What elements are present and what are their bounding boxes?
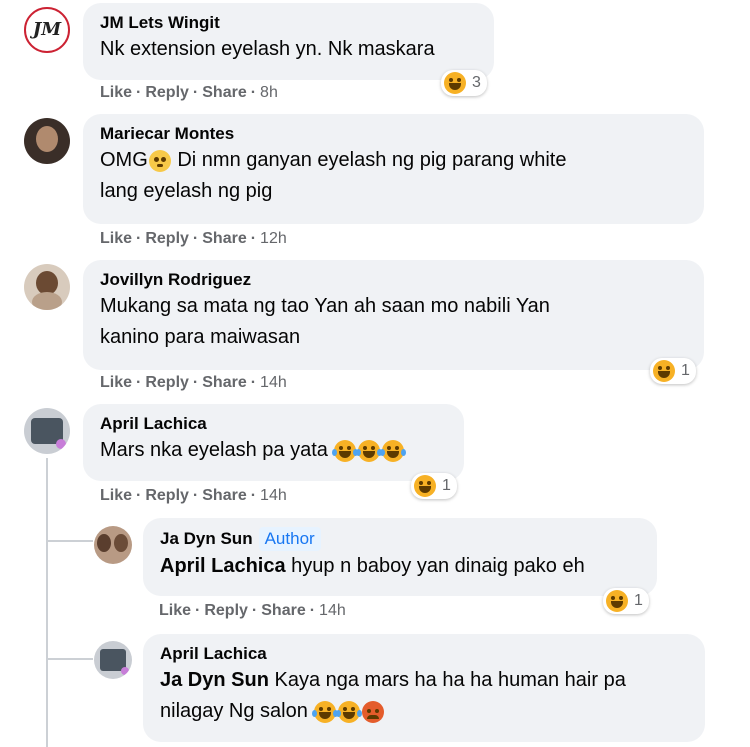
reaction-summary[interactable]: 1 — [650, 358, 696, 384]
comment-text: Mukang sa mata ng tao Yan ah saan mo nab… — [100, 295, 550, 317]
reply-text-line2-body: nilagay Ng salon — [160, 700, 308, 722]
reply-bubble: Ja Dyn Sun Author April Lachica hyup n ba… — [143, 518, 657, 596]
reaction-summary[interactable]: 3 — [441, 70, 487, 96]
comment-actions: Like · Reply · Share · 14h — [100, 487, 287, 504]
tears-of-joy-emoji-icon — [336, 700, 363, 723]
reply-link[interactable]: Reply — [145, 374, 189, 391]
comment-actions: Like · Reply · Share · 12h — [100, 230, 287, 247]
share-link[interactable]: Share — [261, 602, 305, 619]
comment-actions: Like · Reply · Share · 14h — [100, 374, 287, 391]
tears-of-joy-emoji-icon — [312, 700, 339, 723]
reply-link[interactable]: Reply — [204, 602, 248, 619]
timestamp[interactable]: 8h — [260, 84, 278, 101]
thread-branch — [47, 658, 93, 660]
avatar[interactable] — [24, 264, 70, 310]
reply-link[interactable]: Reply — [145, 84, 189, 101]
haha-reaction-icon — [414, 475, 436, 497]
like-link[interactable]: Like — [100, 230, 132, 247]
like-link[interactable]: Like — [100, 374, 132, 391]
flushed-emoji-icon — [148, 149, 171, 172]
thread-branch — [47, 540, 93, 542]
tears-of-joy-emoji-icon — [356, 439, 383, 462]
comment-bubble: JM Lets Wingit Nk extension eyelash yn. … — [83, 3, 494, 80]
angry-emoji-icon — [362, 700, 385, 723]
share-link[interactable]: Share — [202, 84, 246, 101]
reply-actions: Like · Reply · Share · 14h — [159, 602, 346, 619]
author-badge: Author — [258, 527, 321, 551]
commenter-name[interactable]: Mariecar Montes — [100, 123, 687, 145]
avatar[interactable] — [24, 118, 70, 164]
reaction-summary[interactable]: 1 — [411, 473, 457, 499]
share-link[interactable]: Share — [202, 487, 246, 504]
mention-link[interactable]: Ja Dyn Sun — [160, 669, 269, 691]
reaction-count: 3 — [472, 74, 481, 91]
reply-text: Ja Dyn Sun Kaya nga mars ha ha ha human … — [160, 665, 688, 696]
reply-text-body: hyup n baboy yan dinaig pako eh — [285, 555, 585, 577]
commenter-name[interactable]: April Lachica — [100, 413, 447, 435]
comment-text-start: Mars nka eyelash pa yata — [100, 439, 328, 461]
reply-link[interactable]: Reply — [145, 230, 189, 247]
reply-bubble: April Lachica Ja Dyn Sun Kaya nga mars h… — [143, 634, 705, 742]
comment-text: OMG Di nmn ganyan eyelash ng pig parang … — [100, 145, 687, 176]
avatar[interactable] — [24, 408, 70, 454]
like-link[interactable]: Like — [159, 602, 191, 619]
reaction-count: 1 — [681, 362, 690, 379]
reply-author-name[interactable]: Ja Dyn Sun — [160, 529, 253, 548]
reaction-count: 1 — [442, 477, 451, 494]
comment-text-line2: kanino para maiwasan — [100, 326, 301, 348]
avatar[interactable]: JM — [24, 7, 70, 53]
mention-link[interactable]: April Lachica — [160, 555, 286, 577]
reaction-count: 1 — [634, 592, 643, 609]
like-link[interactable]: Like — [100, 84, 132, 101]
comment-bubble: April Lachica Mars nka eyelash pa yata — [83, 404, 464, 481]
avatar[interactable] — [94, 641, 132, 679]
timestamp[interactable]: 14h — [319, 602, 346, 619]
timestamp[interactable]: 14h — [260, 487, 287, 504]
comment-text-start: OMG — [100, 149, 148, 171]
reaction-summary[interactable]: 1 — [603, 588, 649, 614]
timestamp[interactable]: 14h — [260, 374, 287, 391]
commenter-name[interactable]: JM Lets Wingit — [100, 12, 477, 34]
commenter-name: Ja Dyn Sun Author — [160, 527, 640, 551]
avatar-initials: JM — [32, 19, 62, 40]
comment-text-end: Di nmn ganyan eyelash ng pig parang whit… — [171, 149, 567, 171]
share-link[interactable]: Share — [202, 374, 246, 391]
like-link[interactable]: Like — [100, 487, 132, 504]
comment-bubble: Mariecar Montes OMG Di nmn ganyan eyelas… — [83, 114, 704, 224]
haha-reaction-icon — [653, 360, 675, 382]
timestamp[interactable]: 12h — [260, 230, 287, 247]
comment-bubble: Jovillyn Rodriguez Mukang sa mata ng tao… — [83, 260, 704, 370]
tears-of-joy-emoji-icon — [380, 439, 407, 462]
reply-link[interactable]: Reply — [145, 487, 189, 504]
comment-text-line2: lang eyelash ng pig — [100, 180, 273, 202]
comment-text: Mars nka eyelash pa yata — [100, 435, 447, 466]
reply-text-body: Kaya nga mars ha ha ha human hair pa — [268, 669, 626, 691]
commenter-name[interactable]: Jovillyn Rodriguez — [100, 269, 687, 291]
haha-reaction-icon — [606, 590, 628, 612]
share-link[interactable]: Share — [202, 230, 246, 247]
reply-author-name[interactable]: April Lachica — [160, 643, 688, 665]
thread-line — [46, 458, 48, 747]
comment-actions: Like · Reply · Share · 8h — [100, 84, 278, 101]
avatar[interactable] — [94, 526, 132, 564]
haha-reaction-icon — [444, 72, 466, 94]
reply-text-line2: nilagay Ng salon — [160, 696, 688, 727]
tears-of-joy-emoji-icon — [332, 439, 359, 462]
comment-text: Nk extension eyelash yn. Nk maskara — [100, 38, 435, 60]
reply-text: April Lachica hyup n baboy yan dinaig pa… — [160, 551, 640, 582]
